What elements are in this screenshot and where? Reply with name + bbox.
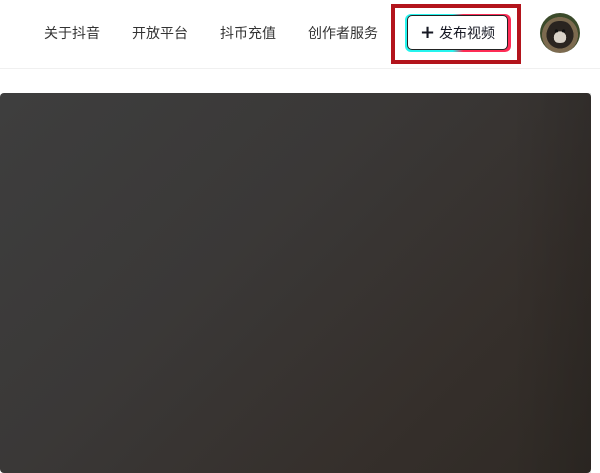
nav-link-coin-recharge[interactable]: 抖币充值 xyxy=(220,22,276,46)
top-navigation-bar: 关于抖音 开放平台 抖币充值 创作者服务 + 发布视频 xyxy=(0,0,600,69)
video-player-area[interactable] xyxy=(0,93,591,473)
nav-link-open-platform[interactable]: 开放平台 xyxy=(132,22,188,46)
nav-link-creator-services[interactable]: 创作者服务 xyxy=(308,22,378,46)
user-avatar[interactable] xyxy=(540,13,580,53)
nav-link-about-douyin[interactable]: 关于抖音 xyxy=(44,22,100,46)
highlight-annotation-box xyxy=(391,4,521,64)
